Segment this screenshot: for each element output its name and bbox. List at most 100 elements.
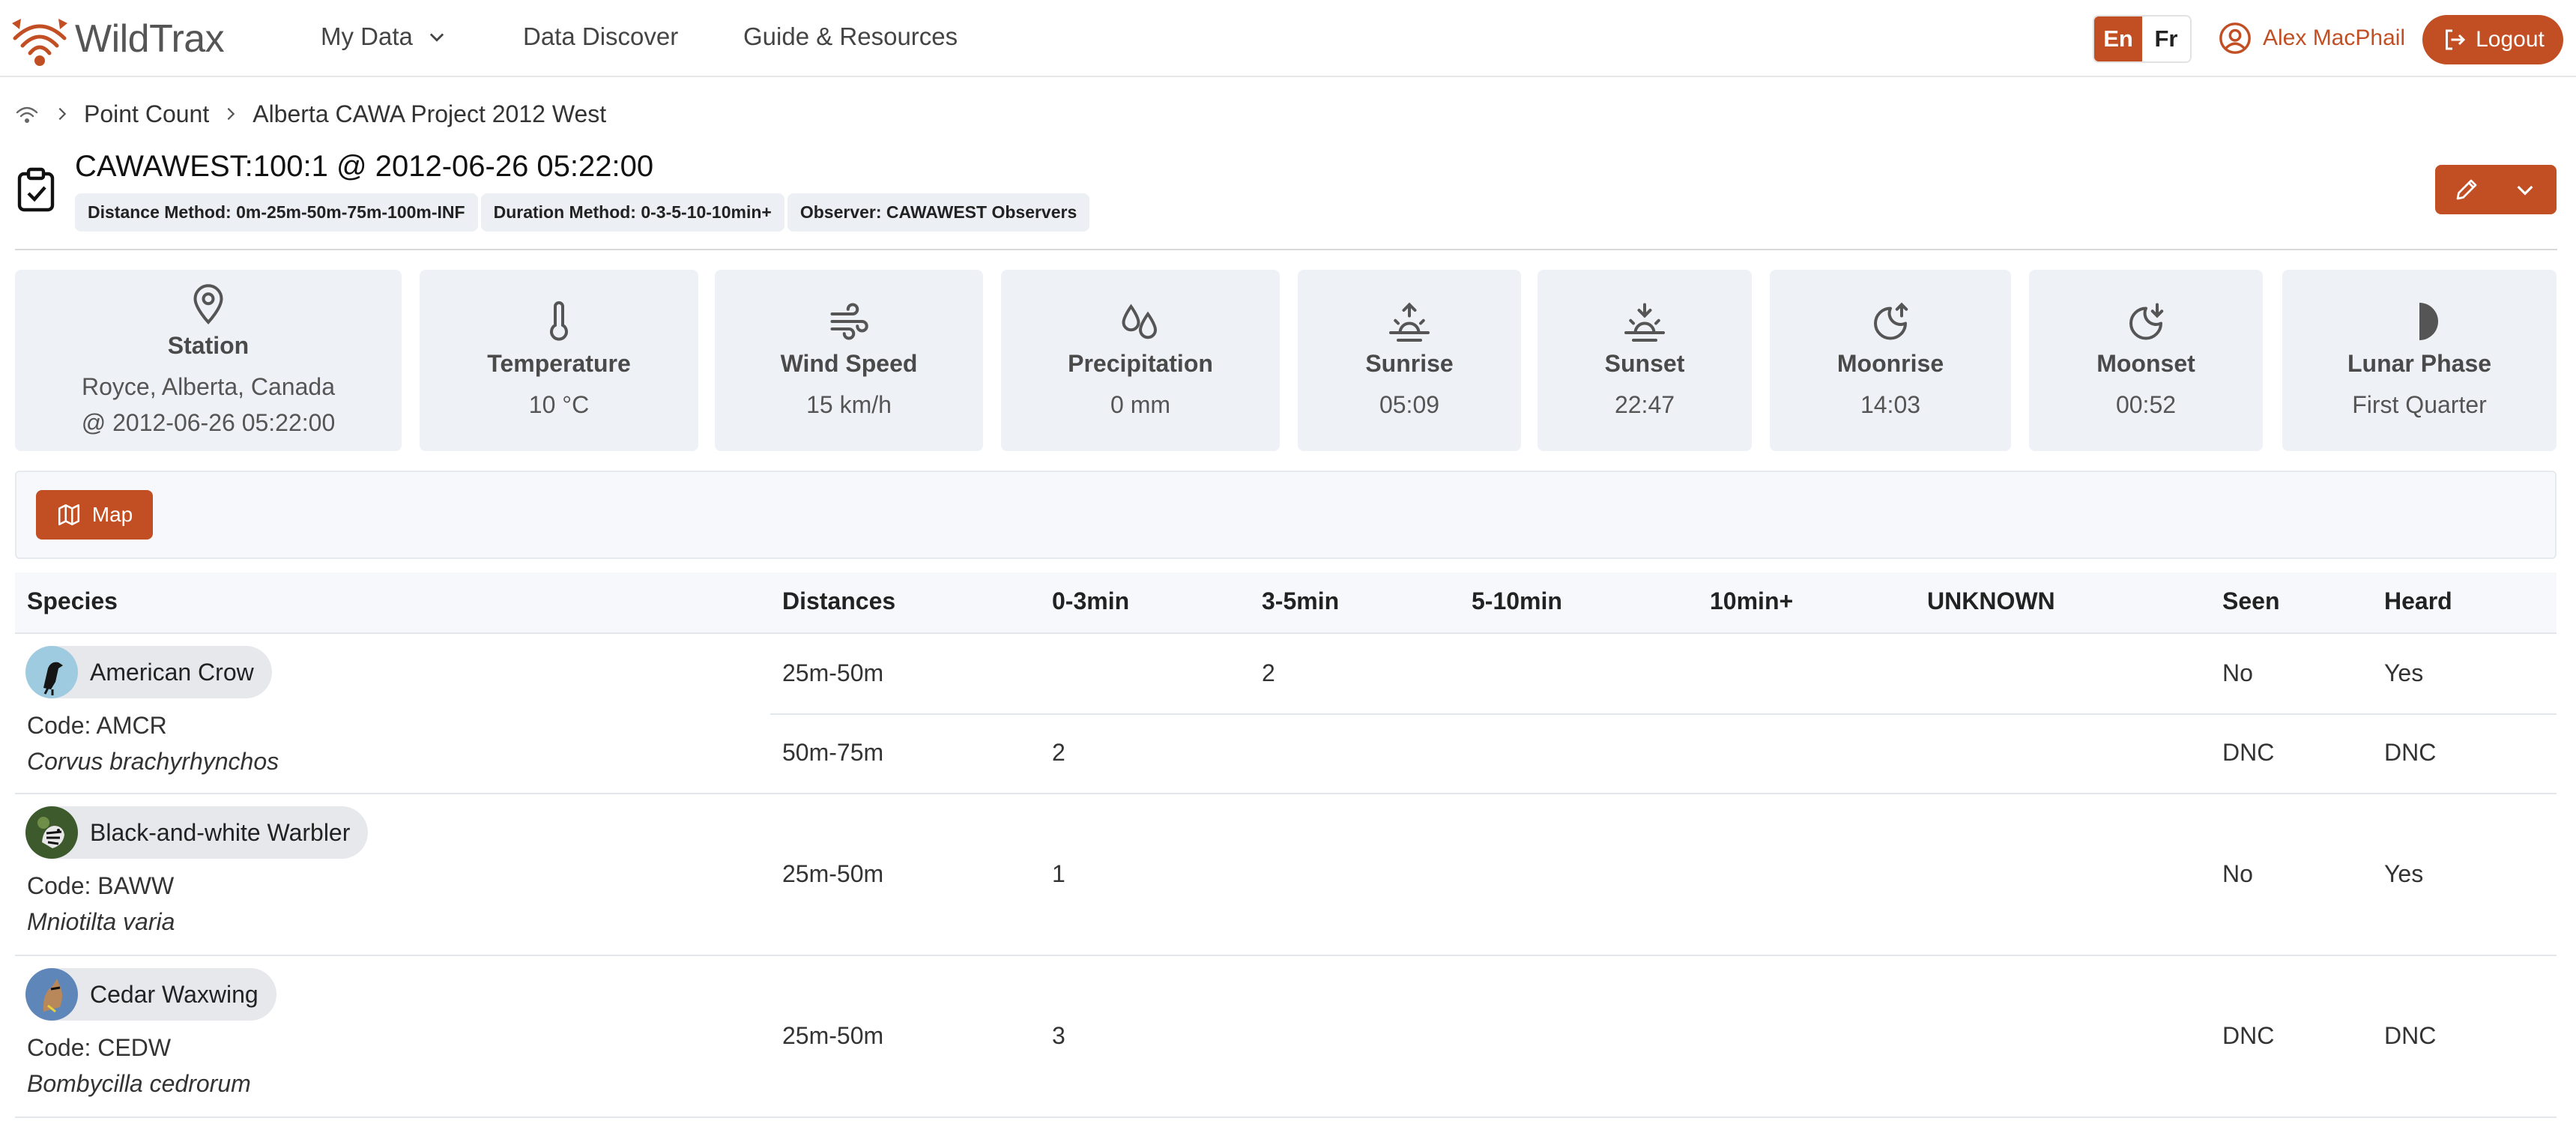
observation-subrow: 25m-50m 2 No Yes	[770, 634, 2557, 715]
wind-icon	[830, 303, 868, 339]
logout-icon	[2446, 29, 2466, 50]
card-label: Moonrise	[1836, 349, 1944, 377]
col-unknown[interactable]: UNKNOWN	[1927, 587, 2055, 615]
heard-cell: Yes	[2384, 659, 2424, 686]
observation-subrow: 25m-50m 3 DNC DNC	[770, 956, 2557, 1117]
species-code: Code: AMCR	[27, 712, 167, 739]
card-value: 15 km/h	[806, 390, 892, 418]
seen-cell: No	[2222, 659, 2253, 686]
species-avatar	[25, 646, 78, 698]
card-value: 10 °C	[528, 390, 590, 418]
temperature-card: Temperature 10 °C	[420, 270, 698, 451]
card-value: 05:09	[1379, 390, 1440, 418]
sunset-icon	[1624, 303, 1665, 342]
lang-en-button[interactable]: En	[2094, 16, 2142, 61]
col-heard[interactable]: Heard	[2384, 587, 2452, 615]
card-label: Wind Speed	[780, 349, 918, 377]
heard-cell: DNC	[2384, 739, 2437, 766]
species-code: Code: CEDW	[27, 1034, 172, 1061]
page-title: CAWAWEST:100:1 @ 2012-06-26 05:22:00	[75, 150, 654, 183]
card-label: Moonset	[2096, 349, 2195, 377]
droplets-icon	[1122, 303, 1158, 339]
clipboard-check-icon	[17, 167, 55, 212]
chevron-down-icon	[429, 33, 444, 42]
wildtrax-logo[interactable]: WildTrax	[9, 7, 225, 70]
count-3-5-cell: 2	[1262, 659, 1275, 686]
header-divider	[15, 249, 2557, 250]
count-0-3-cell: 1	[1052, 860, 1065, 887]
col-0-3min[interactable]: 0-3min	[1052, 587, 1129, 615]
distance-method-chip: Distance Method: 0m-25m-50m-75m-100m-INF	[75, 193, 478, 232]
sunset-card: Sunset 22:47	[1538, 270, 1752, 451]
chevron-right-icon	[58, 107, 67, 121]
observer-chip: Observer: CAWAWEST Observers	[787, 193, 1090, 232]
bird-photo-icon	[25, 968, 78, 1021]
home-logo-icon[interactable]	[13, 100, 40, 127]
user-menu[interactable]: Alex MacPhail	[2218, 21, 2405, 55]
col-seen[interactable]: Seen	[2222, 587, 2279, 615]
species-table-header: Species Distances 0-3min 3-5min 5-10min …	[15, 572, 2557, 634]
card-value: First Quarter	[2352, 390, 2487, 418]
table-row: Cedar Waxwing Code: CEDW Bombycilla cedr…	[15, 956, 2557, 1118]
table-row: Black-and-white Warbler Code: BAWW Mniot…	[15, 794, 2557, 956]
heard-cell: Yes	[2384, 860, 2424, 887]
species-scientific-name: Mniotilta varia	[27, 908, 175, 935]
map-button[interactable]: Map	[36, 490, 153, 540]
pencil-icon[interactable]	[2453, 176, 2480, 203]
card-value: 0 mm	[1110, 390, 1170, 418]
chevron-down-icon[interactable]	[2513, 178, 2537, 202]
species-name: Cedar Waxwing	[90, 980, 258, 1008]
lang-fr-button[interactable]: Fr	[2142, 16, 2190, 61]
table-row: American Crow Code: AMCR Corvus brachyrh…	[15, 634, 2557, 794]
nav-my-data[interactable]: My Data	[321, 22, 447, 51]
user-name: Alex MacPhail	[2263, 25, 2406, 50]
col-distances[interactable]: Distances	[782, 587, 895, 615]
col-3-5min[interactable]: 3-5min	[1262, 587, 1339, 615]
thermometer-icon	[550, 300, 568, 341]
lunar-phase-card: Lunar Phase First Quarter	[2282, 270, 2557, 451]
wildtrax-logo-icon	[12, 19, 67, 66]
heard-cell: DNC	[2384, 1022, 2437, 1049]
observation-subrow: 25m-50m 1 No Yes	[770, 794, 2557, 955]
language-toggle: En Fr	[2093, 15, 2192, 63]
col-10min-plus[interactable]: 10min+	[1710, 587, 1793, 615]
col-5-10min[interactable]: 5-10min	[1472, 587, 1562, 615]
logout-button[interactable]: Logout	[2422, 15, 2563, 64]
card-label: Precipitation	[1068, 349, 1213, 377]
species-avatar	[25, 806, 78, 859]
bird-photo-icon	[25, 646, 78, 698]
breadcrumb-project[interactable]: Alberta CAWA Project 2012 West	[253, 100, 606, 128]
species-pill[interactable]: Black-and-white Warbler	[25, 806, 369, 859]
map-pin-icon	[193, 283, 223, 324]
edit-split-button[interactable]	[2435, 165, 2557, 214]
distance-cell: 25m-50m	[782, 860, 884, 887]
duration-method-chip: Duration Method: 0-3-5-10-10min+	[480, 193, 784, 232]
map-icon	[58, 504, 79, 526]
map-panel: Map	[15, 471, 2557, 559]
chevron-right-icon	[227, 107, 235, 121]
card-value: 22:47	[1614, 390, 1675, 418]
nav-data-discover[interactable]: Data Discover	[523, 22, 678, 51]
logout-label: Logout	[2476, 27, 2545, 52]
seen-cell: DNC	[2222, 739, 2275, 766]
method-chips: Distance Method: 0m-25m-50m-75m-100m-INF…	[75, 193, 1092, 232]
card-value: @ 2012-06-26 05:22:00	[81, 408, 336, 436]
distance-cell: 25m-50m	[782, 659, 884, 686]
half-moon-icon	[2419, 302, 2438, 340]
species-pill[interactable]: Cedar Waxwing	[25, 968, 276, 1021]
seen-cell: DNC	[2222, 1022, 2275, 1049]
card-label: Sunrise	[1365, 349, 1454, 377]
species-code: Code: BAWW	[27, 872, 175, 899]
breadcrumb-point-count[interactable]: Point Count	[84, 100, 209, 128]
sunrise-card: Sunrise 05:09	[1298, 270, 1521, 451]
nav-guide-resources[interactable]: Guide & Resources	[743, 22, 958, 51]
distance-cell: 25m-50m	[782, 1022, 884, 1049]
wind-speed-card: Wind Speed 15 km/h	[715, 270, 983, 451]
species-pill[interactable]: American Crow	[25, 646, 272, 698]
sunrise-icon	[1389, 302, 1430, 342]
species-scientific-name: Corvus brachyrhynchos	[27, 748, 279, 775]
col-species[interactable]: Species	[27, 587, 118, 615]
card-label: Station	[167, 331, 250, 359]
precipitation-card: Precipitation 0 mm	[1001, 270, 1280, 451]
app-name: WildTrax	[75, 17, 225, 61]
